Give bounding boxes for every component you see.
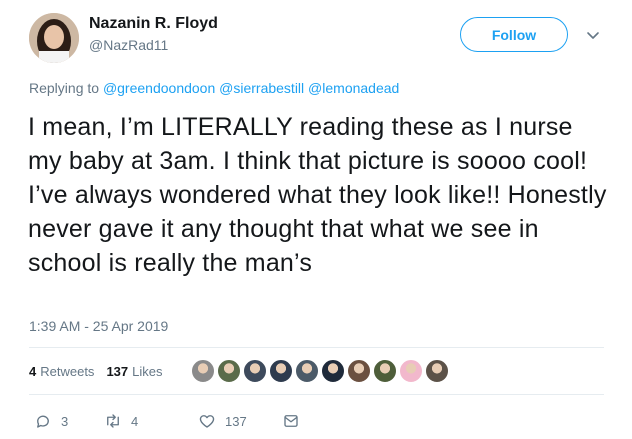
liker-avatar[interactable] — [398, 358, 424, 384]
chevron-down-icon[interactable] — [586, 28, 600, 42]
likes-label: Likes — [132, 364, 163, 379]
likes-count: 137 — [106, 364, 129, 379]
liker-avatar[interactable] — [424, 358, 450, 384]
tweet-timestamp[interactable]: 1:39 AM - 25 Apr 2019 — [29, 318, 168, 334]
tweet-text: I mean, I’m LITERALLY reading these as I… — [28, 113, 607, 277]
author-avatar[interactable] — [29, 13, 79, 63]
retweets-stat[interactable]: 4 Retweets — [29, 364, 94, 379]
tweet-card: Nazanin R. Floyd @NazRad11 Follow Replyi… — [0, 0, 632, 439]
liker-avatar[interactable] — [268, 358, 294, 384]
author-handle[interactable]: @NazRad11 — [89, 37, 168, 53]
retweet-icon — [107, 414, 119, 428]
follow-button[interactable]: Follow — [460, 17, 568, 52]
liker-avatar[interactable] — [242, 358, 268, 384]
liker-avatar[interactable] — [190, 358, 216, 384]
liker-avatar[interactable] — [294, 358, 320, 384]
like-button[interactable]: 137 — [198, 412, 282, 430]
replying-to: Replying to @greendoondoon @sierrabestil… — [29, 80, 399, 96]
like-count: 137 — [225, 413, 247, 429]
tweet-stats: 4 Retweets 137 Likes — [29, 364, 175, 379]
message-icon — [284, 415, 298, 427]
mention-link[interactable]: @lemonadead — [308, 80, 399, 96]
reply-icon — [37, 415, 49, 428]
retweet-button[interactable]: 4 — [104, 412, 198, 430]
mention-link[interactable]: @sierrabestill — [219, 80, 304, 96]
liker-avatar[interactable] — [372, 358, 398, 384]
liker-avatar[interactable] — [216, 358, 242, 384]
tweet-actions: 3 4 137 — [34, 410, 309, 432]
liker-avatar[interactable] — [320, 358, 346, 384]
reply-button[interactable]: 3 — [34, 412, 104, 430]
likes-stat[interactable]: 137 Likes — [106, 364, 162, 379]
retweets-count: 4 — [29, 364, 37, 379]
divider — [29, 394, 604, 395]
divider — [29, 347, 604, 348]
liker-avatar[interactable] — [346, 358, 372, 384]
liker-avatars — [190, 358, 450, 386]
retweet-count: 4 — [131, 413, 139, 429]
retweets-label: Retweets — [40, 364, 95, 379]
author-name[interactable]: Nazanin R. Floyd — [89, 15, 218, 33]
mention-link[interactable]: @greendoondoon — [103, 80, 215, 96]
message-button[interactable] — [282, 412, 309, 430]
replying-to-label: Replying to — [29, 80, 100, 96]
like-icon — [199, 415, 215, 428]
reply-count: 3 — [61, 413, 69, 429]
